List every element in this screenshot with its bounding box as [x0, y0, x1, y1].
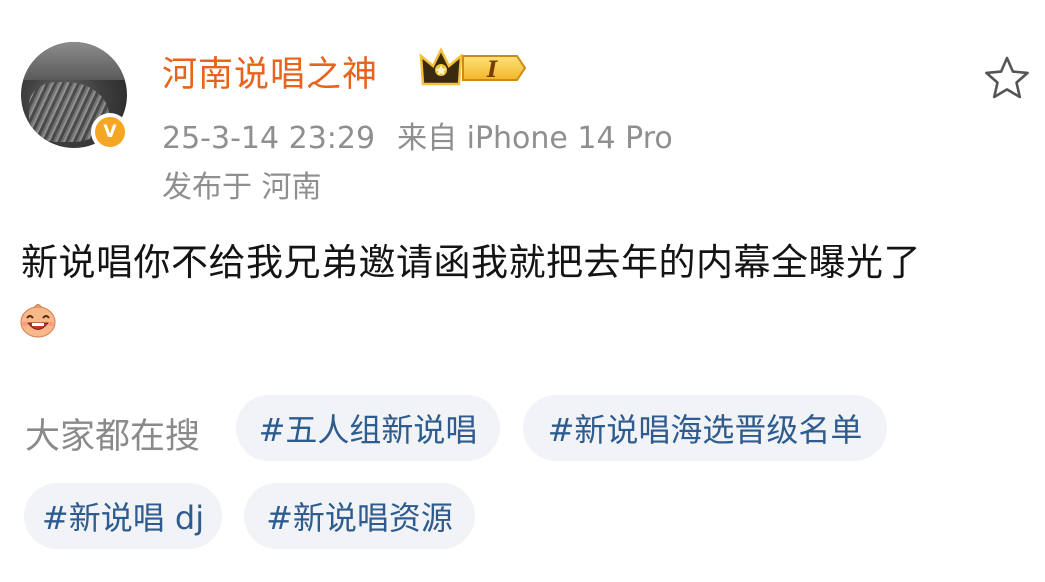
- post-meta: 25-3-14 23:29 来自 iPhone 14 Pro: [162, 113, 673, 157]
- post-content: 新说唱你不给我兄弟邀请函我就把去年的内幕全曝光了: [21, 241, 921, 284]
- post-source: 来自 iPhone 14 Pro: [397, 121, 673, 156]
- search-tag[interactable]: #新说唱 dj: [24, 483, 222, 549]
- laughing-face-emoji: [20, 304, 56, 338]
- username[interactable]: 河南说唱之神: [162, 46, 378, 97]
- post-timestamp: 25-3-14 23:29: [162, 121, 376, 156]
- verified-badge-mark: V: [95, 117, 125, 147]
- avatar-background: [21, 42, 127, 80]
- vip-level-text: I: [486, 57, 498, 83]
- post-location: 发布于 河南: [162, 170, 322, 205]
- verified-icon: V: [91, 113, 129, 151]
- trending-search-label: 大家都在搜: [25, 417, 201, 457]
- star-icon[interactable]: [982, 54, 1032, 102]
- crown-vip-icon[interactable]: I: [419, 46, 527, 90]
- search-tag[interactable]: #新说唱海选晋级名单: [523, 395, 887, 461]
- search-tag[interactable]: #五人组新说唱: [236, 395, 500, 461]
- search-tag[interactable]: #新说唱资源: [244, 483, 475, 549]
